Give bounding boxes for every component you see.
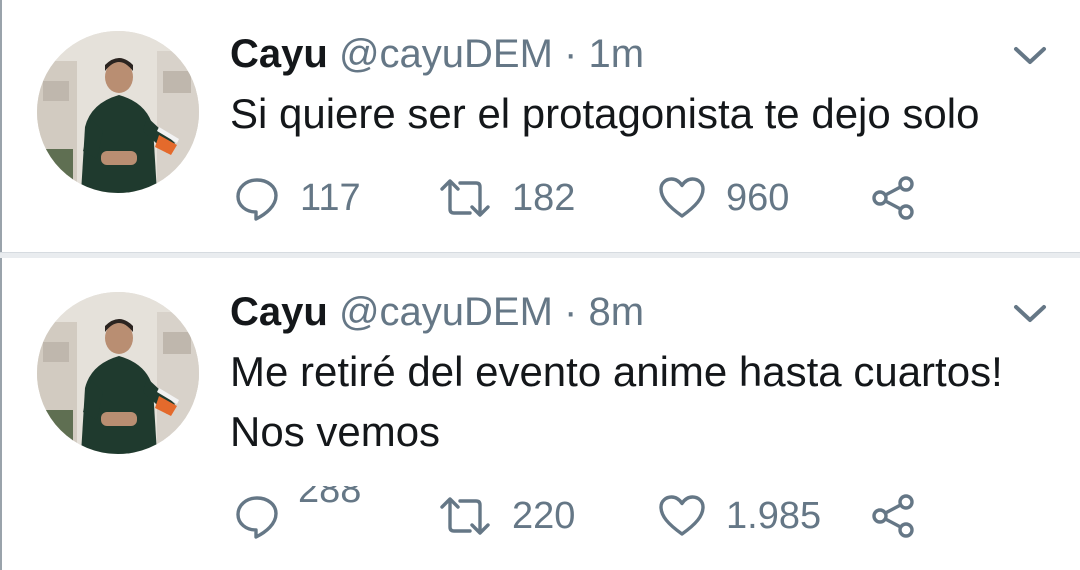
share-icon <box>872 494 914 538</box>
retweet-icon <box>440 179 490 217</box>
share-icon <box>872 176 914 220</box>
share-button[interactable] <box>870 168 918 228</box>
retweet-button[interactable]: 220 <box>438 486 575 546</box>
chevron-down-icon[interactable] <box>1010 40 1050 70</box>
speech-bubble-icon <box>236 496 278 539</box>
like-button[interactable]: 1.985 <box>658 486 821 546</box>
display-name[interactable]: Cayu <box>230 290 328 334</box>
chevron-down-icon[interactable] <box>1010 298 1050 328</box>
display-name[interactable]: Cayu <box>230 32 328 76</box>
tweet-header: Cayu @cayuDEM · 1m <box>230 30 644 78</box>
tweet-actions: 288 220 1.985 <box>230 486 990 546</box>
user-handle[interactable]: @cayuDEM <box>339 290 553 334</box>
retweet-button[interactable]: 182 <box>438 168 575 228</box>
separator: · <box>564 290 578 334</box>
tweet[interactable]: Cayu @cayuDEM · 1m Si quiere ser el prot… <box>0 0 1080 252</box>
like-button[interactable]: 960 <box>658 168 789 228</box>
tweet[interactable]: Cayu @cayuDEM · 8m Me retiré del evento … <box>0 258 1080 570</box>
tweet-header: Cayu @cayuDEM · 8m <box>230 288 644 336</box>
reply-count: 117 <box>300 176 361 219</box>
retweet-icon <box>440 497 490 535</box>
like-count: 1.985 <box>726 494 822 537</box>
like-count: 960 <box>726 176 790 219</box>
avatar-photo <box>37 292 199 454</box>
user-handle[interactable]: @cayuDEM <box>339 32 553 76</box>
avatar-photo <box>37 31 199 193</box>
heart-icon <box>659 177 705 218</box>
tweet-text: Si quiere ser el protagonista te dejo so… <box>230 90 980 137</box>
reply-button[interactable]: 117 <box>234 168 361 228</box>
retweet-count: 220 <box>512 494 576 537</box>
reply-count-value: 288 <box>298 486 362 511</box>
reply-button[interactable]: 288 <box>234 486 368 546</box>
timestamp[interactable]: 1m <box>589 32 645 76</box>
timestamp[interactable]: 8m <box>589 290 645 334</box>
speech-bubble-icon <box>236 178 278 221</box>
tweet-actions: 117 182 960 <box>230 168 990 228</box>
tweet-text: Me retiré del evento anime hasta cuartos… <box>230 348 1003 455</box>
share-button[interactable] <box>870 486 918 546</box>
reply-count: 288 <box>298 486 368 546</box>
avatar[interactable] <box>37 31 199 193</box>
separator: · <box>564 32 578 76</box>
heart-icon <box>659 495 705 536</box>
retweet-count: 182 <box>512 176 576 219</box>
avatar[interactable] <box>37 292 199 454</box>
